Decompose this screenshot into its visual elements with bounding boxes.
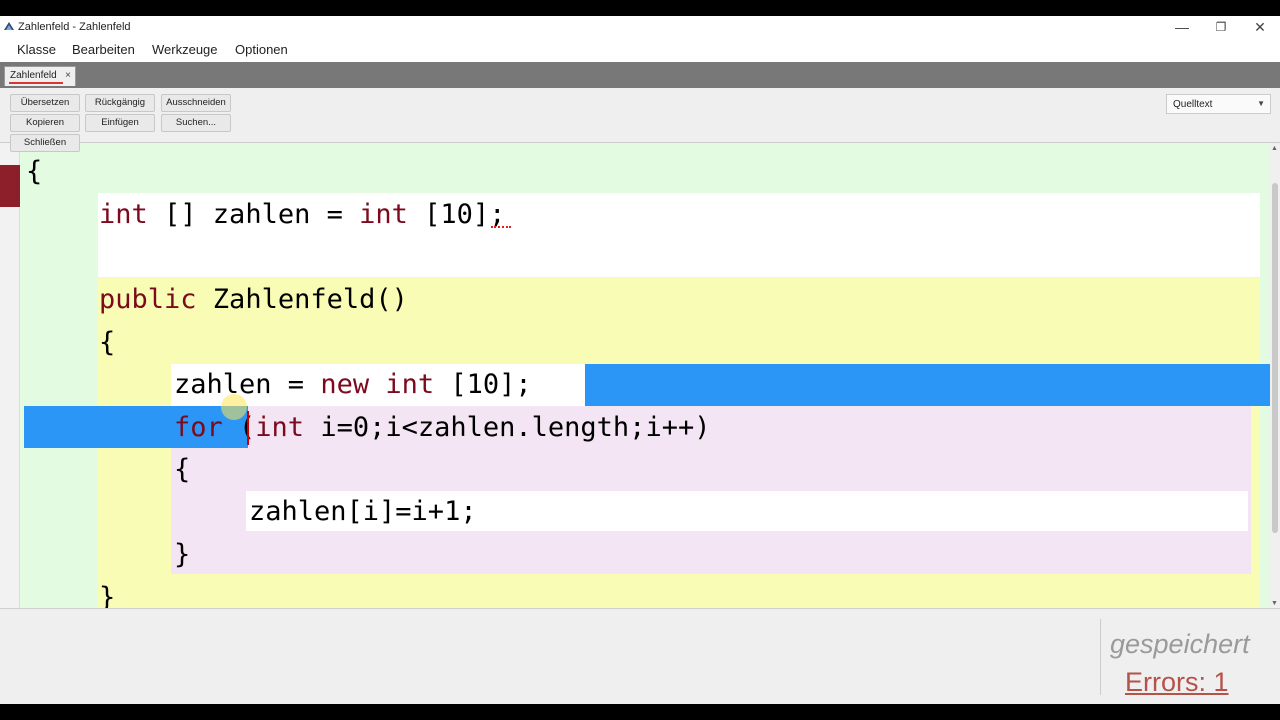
code-line: { [174, 453, 190, 487]
selection-highlight-tail [585, 364, 1270, 406]
restore-icon[interactable]: ❐ [1201, 16, 1241, 38]
title-bar: Zahlenfeld - Zahlenfeld — ❐ ✕ [0, 16, 1280, 38]
scroll-up-icon[interactable]: ▲ [1271, 145, 1278, 152]
code-keyword: public [99, 284, 197, 315]
saved-status: gespeichert [1110, 629, 1250, 659]
code-line: } [99, 581, 115, 608]
error-squiggle [491, 226, 511, 228]
cut-button[interactable]: Ausschneiden [161, 94, 231, 112]
bluej-editor-window: Zahlenfeld - Zahlenfeld — ❐ ✕ Klasse Bea… [0, 16, 1280, 704]
code-area[interactable]: { int [] zahlen = int [10]; public Zahle… [20, 143, 1270, 608]
code-keyword: for [174, 412, 223, 443]
tab-zahlenfeld[interactable]: Zahlenfeld × [4, 66, 76, 86]
code-keyword: int [359, 199, 408, 230]
view-select-value: Quelltext [1173, 99, 1213, 110]
code-token: } [99, 582, 116, 608]
close-window-icon[interactable]: ✕ [1240, 16, 1280, 38]
text-caret [247, 411, 249, 445]
status-area: gespeichert Errors: 1 [0, 608, 1280, 704]
code-token: Zahlenfeld() [196, 284, 408, 315]
mouse-cursor-highlight [221, 394, 247, 420]
menu-klasse[interactable]: Klasse [17, 42, 56, 57]
menu-werkzeuge[interactable]: Werkzeuge [152, 42, 218, 57]
bluej-app-icon [4, 22, 14, 30]
error-marker [0, 165, 20, 207]
code-line: { [26, 155, 42, 189]
code-keyword: int [385, 369, 435, 400]
code-line: public Zahlenfeld() [99, 283, 408, 317]
code-line: for (int i=0;i<zahlen.length;i++) [174, 411, 710, 445]
line-gutter [0, 143, 20, 608]
code-token: } [174, 539, 191, 570]
tab-strip: Zahlenfeld × [0, 62, 1280, 88]
menu-bearbeiten[interactable]: Bearbeiten [72, 42, 135, 57]
vertical-scrollbar[interactable]: ▲ ▼ [1270, 143, 1280, 608]
scroll-down-icon[interactable]: ▼ [1271, 600, 1278, 607]
view-select[interactable]: Quelltext ▼ [1166, 94, 1271, 114]
code-token: { [99, 327, 116, 358]
errors-link[interactable]: Errors: 1 [1125, 667, 1229, 698]
paste-button[interactable]: Einfügen [85, 114, 155, 132]
code-token: i=0;i<zahlen.length;i++) [304, 412, 711, 443]
menu-optionen[interactable]: Optionen [235, 42, 288, 57]
status-separator [1100, 619, 1101, 695]
close-tab-icon[interactable]: × [65, 70, 71, 81]
code-token: { [174, 454, 191, 485]
menu-bar: Klasse Bearbeiten Werkzeuge Optionen [0, 38, 1280, 62]
code-keyword: new [320, 369, 370, 400]
compile-button[interactable]: Übersetzen [10, 94, 80, 112]
minimize-icon[interactable]: — [1162, 16, 1202, 38]
code-line: int [] zahlen = int [10]; [99, 198, 505, 232]
code-line: zahlen[i]=i+1; [249, 495, 477, 529]
code-line: { [99, 326, 115, 360]
code-token: zahlen[i]=i+1; [249, 496, 477, 527]
tab-modified-underline [9, 82, 63, 84]
code-editor[interactable]: { int [] zahlen = int [10]; public Zahle… [0, 142, 1280, 608]
dropdown-arrow-icon: ▼ [1257, 99, 1265, 108]
code-line: } [174, 538, 190, 572]
find-button[interactable]: Suchen... [161, 114, 231, 132]
code-keyword: int [99, 199, 148, 230]
code-token: [10]; [434, 369, 532, 400]
copy-button[interactable]: Kopieren [10, 114, 80, 132]
scrollbar-thumb[interactable] [1272, 183, 1278, 533]
close-button[interactable]: Schließen [10, 134, 80, 152]
window-title: Zahlenfeld - Zahlenfeld [18, 21, 131, 33]
undo-button[interactable]: Rückgängig [85, 94, 155, 112]
code-token: zahlen = [174, 369, 321, 400]
editor-toolbar: Übersetzen Rückgängig Ausschneiden Kopie… [0, 88, 1280, 152]
tab-label: Zahlenfeld [10, 70, 57, 81]
code-token: { [26, 156, 43, 187]
code-token: [] zahlen = [147, 199, 360, 230]
code-keyword: int [255, 412, 305, 443]
